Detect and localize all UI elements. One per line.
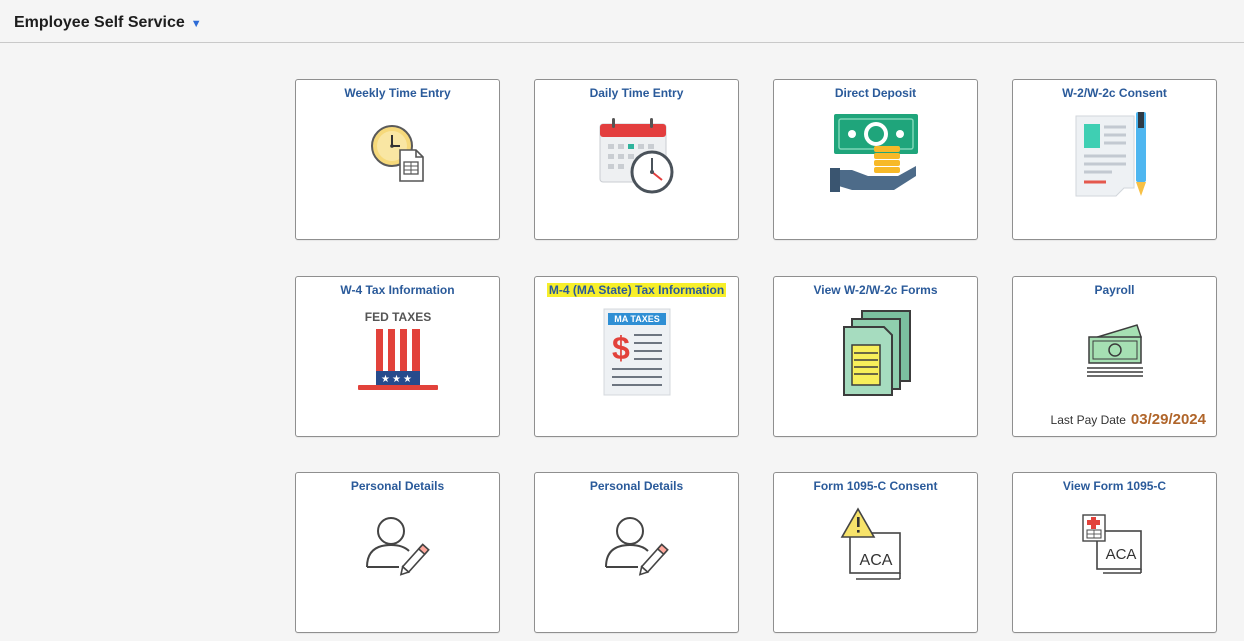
aca-warning-icon: ACA (840, 507, 901, 580)
tile-title: W-2/W-2c Consent (1062, 86, 1167, 100)
tile-personal-details-2[interactable]: Personal Details (534, 472, 739, 633)
tile-title: Direct Deposit (834, 86, 917, 100)
fed-taxes-hat-icon: FED TAXES ★ ★ ★ (357, 310, 438, 390)
tile-title: View W-2/W-2c Forms (813, 283, 938, 297)
tile-daily-time-entry[interactable]: Daily Time Entry (534, 79, 739, 240)
tile-form-1095c-consent[interactable]: Form 1095-C Consent ACA (773, 472, 978, 633)
tile-view-form-1095c[interactable]: View Form 1095-C ACA (1012, 472, 1217, 633)
tile-title: Personal Details (589, 479, 684, 493)
tile-title: W-4 Tax Information (340, 283, 455, 297)
tile-w2-consent[interactable]: W-2/W-2c Consent (1012, 79, 1217, 240)
tile-w4-tax-information[interactable]: W-4 Tax Information FED TAXES ★ ★ ★ (295, 276, 500, 437)
last-pay-date: Last Pay Date 03/29/2024 (1051, 411, 1206, 428)
tile-title: View Form 1095-C (1062, 479, 1167, 493)
svg-text:$: $ (612, 330, 630, 366)
clock-document-icon (370, 125, 424, 182)
calendar-clock-icon (599, 118, 673, 194)
cash-stack-icon (1086, 324, 1143, 377)
ma-taxes-document-icon: MA TAXES $ (603, 308, 670, 396)
page-header: Employee Self Service ▼ (0, 0, 1244, 43)
caret-down-icon[interactable]: ▼ (191, 18, 202, 30)
homepage-selector[interactable]: Employee Self Service ▼ (14, 14, 202, 32)
person-edit-icon (604, 517, 669, 576)
svg-text:MA TAXES: MA TAXES (614, 314, 660, 324)
tile-title: Personal Details (350, 479, 445, 493)
money-hand-icon (829, 114, 918, 192)
svg-text:★: ★ (381, 374, 390, 385)
tile-title: Payroll (1094, 283, 1135, 297)
tile-weekly-time-entry[interactable]: Weekly Time Entry (295, 79, 500, 240)
tile-personal-details-1[interactable]: Personal Details (295, 472, 500, 633)
svg-text:FED TAXES: FED TAXES (364, 310, 430, 324)
document-pen-icon (1075, 112, 1146, 197)
page-title: Employee Self Service (14, 14, 185, 31)
svg-text:ACA: ACA (1105, 546, 1136, 563)
tile-view-w2-forms[interactable]: View W-2/W-2c Forms (773, 276, 978, 437)
last-pay-date-value: 03/29/2024 (1130, 411, 1206, 428)
svg-text:★: ★ (403, 374, 412, 385)
svg-text:ACA: ACA (859, 552, 892, 569)
tile-title: Weekly Time Entry (344, 86, 451, 100)
tile-direct-deposit[interactable]: Direct Deposit (773, 79, 978, 240)
tile-title: Daily Time Entry (589, 86, 684, 100)
last-pay-date-label: Last Pay Date (1050, 413, 1126, 427)
tile-title: Form 1095-C Consent (813, 479, 938, 493)
tile-payroll[interactable]: Payroll Last Pay Date 03/29/2024 (1012, 276, 1217, 437)
tile-m4-state-tax-information[interactable]: M-4 (MA State) Tax Information MA TAXES … (534, 276, 739, 437)
aca-document-icon: ACA (1081, 514, 1142, 574)
person-edit-icon (365, 517, 430, 576)
stacked-forms-icon (842, 310, 911, 396)
svg-text:★: ★ (392, 374, 401, 385)
tile-title: M-4 (MA State) Tax Information (546, 283, 727, 297)
